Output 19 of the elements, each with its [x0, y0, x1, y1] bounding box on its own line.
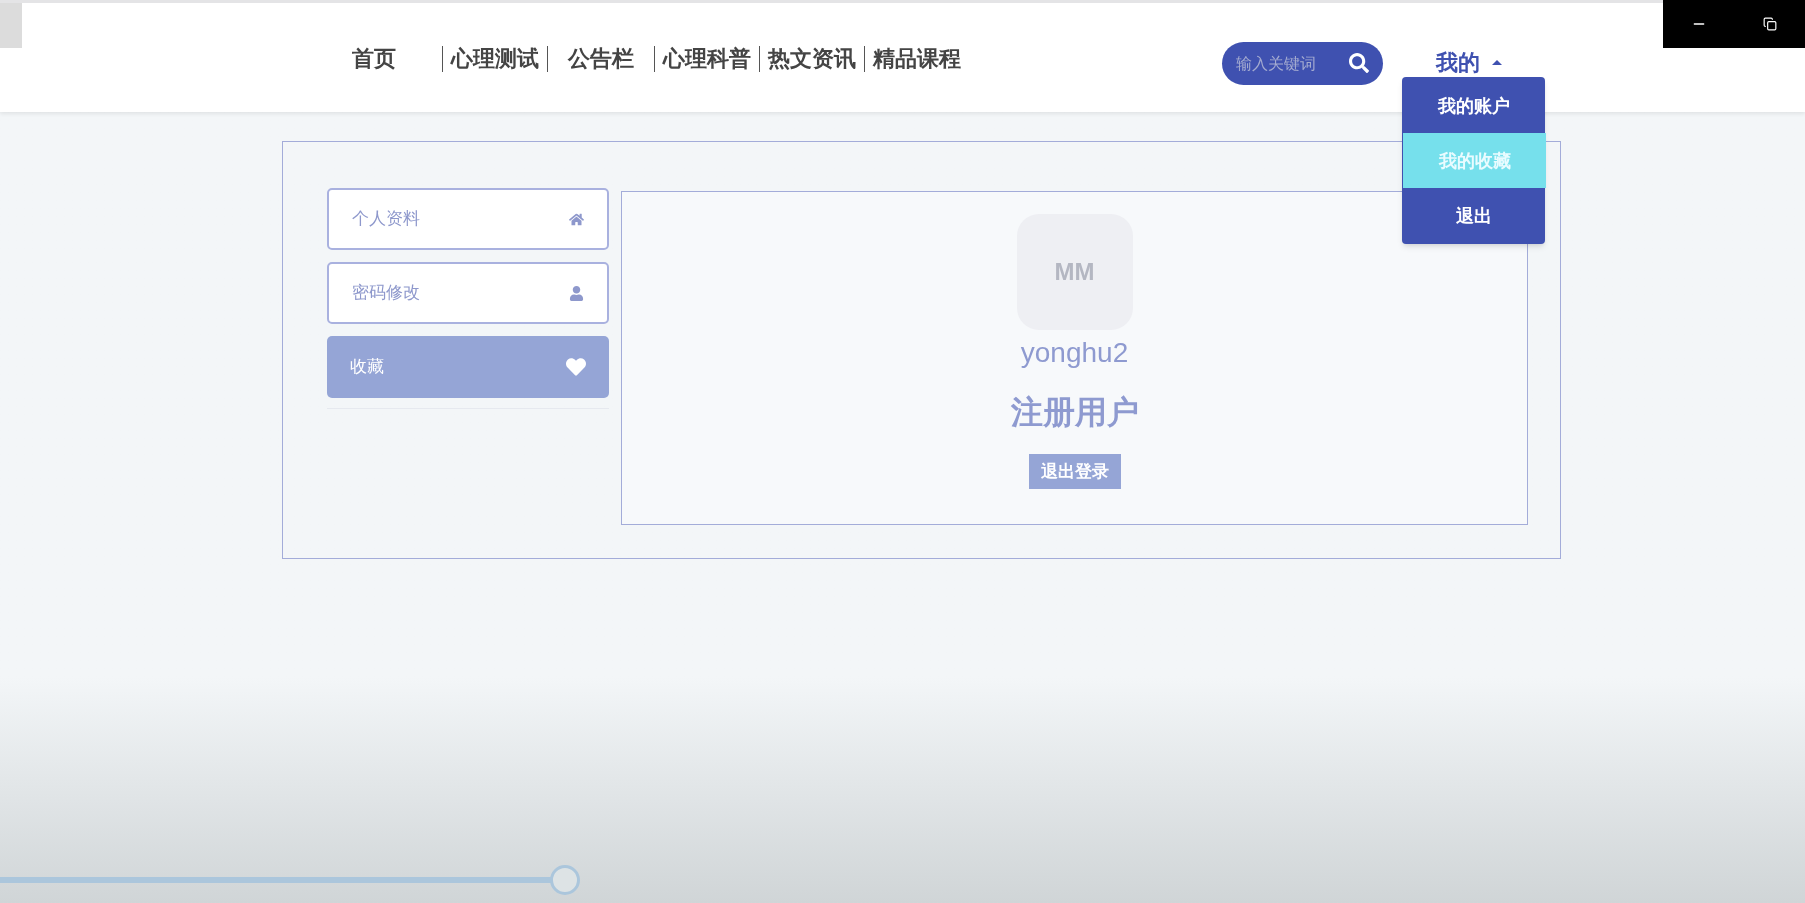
search-field[interactable]: 输入关键词: [1222, 42, 1383, 85]
nav-link[interactable]: 精品课程: [871, 42, 963, 75]
progress-thumb[interactable]: [549, 865, 580, 895]
user-role: 注册用户: [1010, 393, 1139, 432]
nav-link[interactable]: 热文资讯: [766, 42, 858, 75]
caret-icon: [1492, 60, 1502, 65]
menu-item[interactable]: 退出: [1402, 188, 1545, 243]
username: yonghu2: [1020, 336, 1129, 370]
nav-link[interactable]: 公告栏: [554, 42, 648, 75]
nav-link[interactable]: 心理科普: [661, 42, 753, 75]
search-icon[interactable]: [1349, 53, 1369, 73]
heart-icon: [566, 357, 586, 377]
restore-icon[interactable]: [1763, 17, 1777, 31]
user-icon: [569, 285, 584, 301]
menu-item[interactable]: 我的账户: [1402, 78, 1545, 133]
home-icon: [569, 211, 584, 227]
nav-link[interactable]: 心理测试: [449, 42, 541, 75]
avatar-initials: MM: [1054, 257, 1095, 287]
nav-link[interactable]: 首页: [346, 42, 402, 75]
